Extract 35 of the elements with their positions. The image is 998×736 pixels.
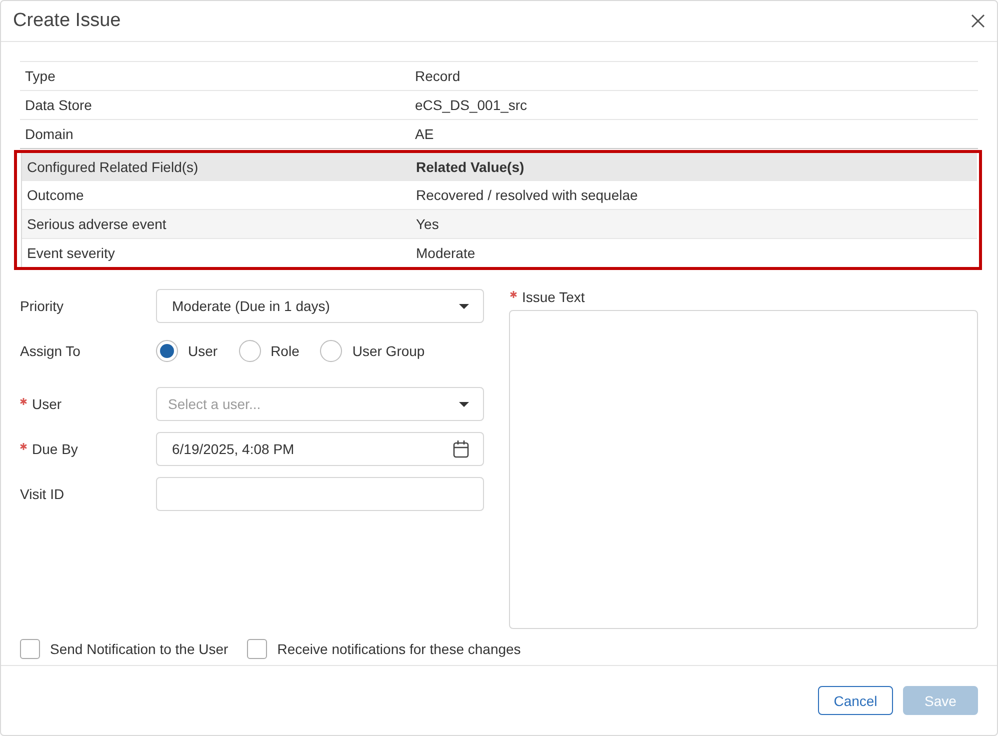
- checkbox-label[interactable]: Send Notification to the User: [50, 641, 228, 657]
- text-field[interactable]: [156, 477, 484, 511]
- table-cell: Yes: [416, 209, 977, 238]
- field-label: Assign To: [20, 343, 80, 359]
- checkbox[interactable]: [20, 639, 40, 659]
- field-label: Due By: [32, 441, 78, 457]
- radio-label[interactable]: Role: [270, 343, 300, 359]
- field-label: Priority: [20, 298, 64, 314]
- date-field[interactable]: 6/19/2025, 4:08 PM: [156, 432, 484, 466]
- radio-button[interactable]: [156, 340, 178, 362]
- caret-icon: [459, 304, 469, 308]
- detail-label: Data Store: [20, 90, 415, 119]
- checkbox[interactable]: [247, 639, 268, 659]
- dropdown[interactable]: Moderate (Due in 1 days): [156, 289, 484, 323]
- column-header: Related Value(s): [416, 153, 977, 180]
- field-label: Visit ID: [20, 486, 64, 502]
- radio-button[interactable]: [320, 340, 342, 362]
- cancel-button[interactable]: Cancel: [818, 686, 893, 715]
- detail-label: Type: [20, 61, 415, 90]
- detail-value: Record: [415, 61, 978, 90]
- field-label: Issue Text: [522, 289, 585, 305]
- calendar-icon[interactable]: [453, 440, 469, 458]
- table-cell: Serious adverse event: [22, 209, 416, 238]
- column-header: Configured Related Field(s): [22, 153, 416, 180]
- detail-label: Domain: [20, 119, 415, 148]
- detail-value: eCS_DS_001_src: [415, 90, 978, 119]
- radio-label[interactable]: User: [188, 343, 218, 359]
- close-icon[interactable]: [971, 14, 985, 28]
- field-label: User: [32, 396, 62, 412]
- dialog-title: Create Issue: [13, 10, 121, 32]
- detail-value: AE: [415, 119, 978, 148]
- radio-button[interactable]: [238, 340, 261, 362]
- checkbox-label[interactable]: Receive notifications for these changes: [277, 641, 521, 657]
- caret-icon: [459, 402, 469, 406]
- radio-label[interactable]: User Group: [352, 343, 425, 359]
